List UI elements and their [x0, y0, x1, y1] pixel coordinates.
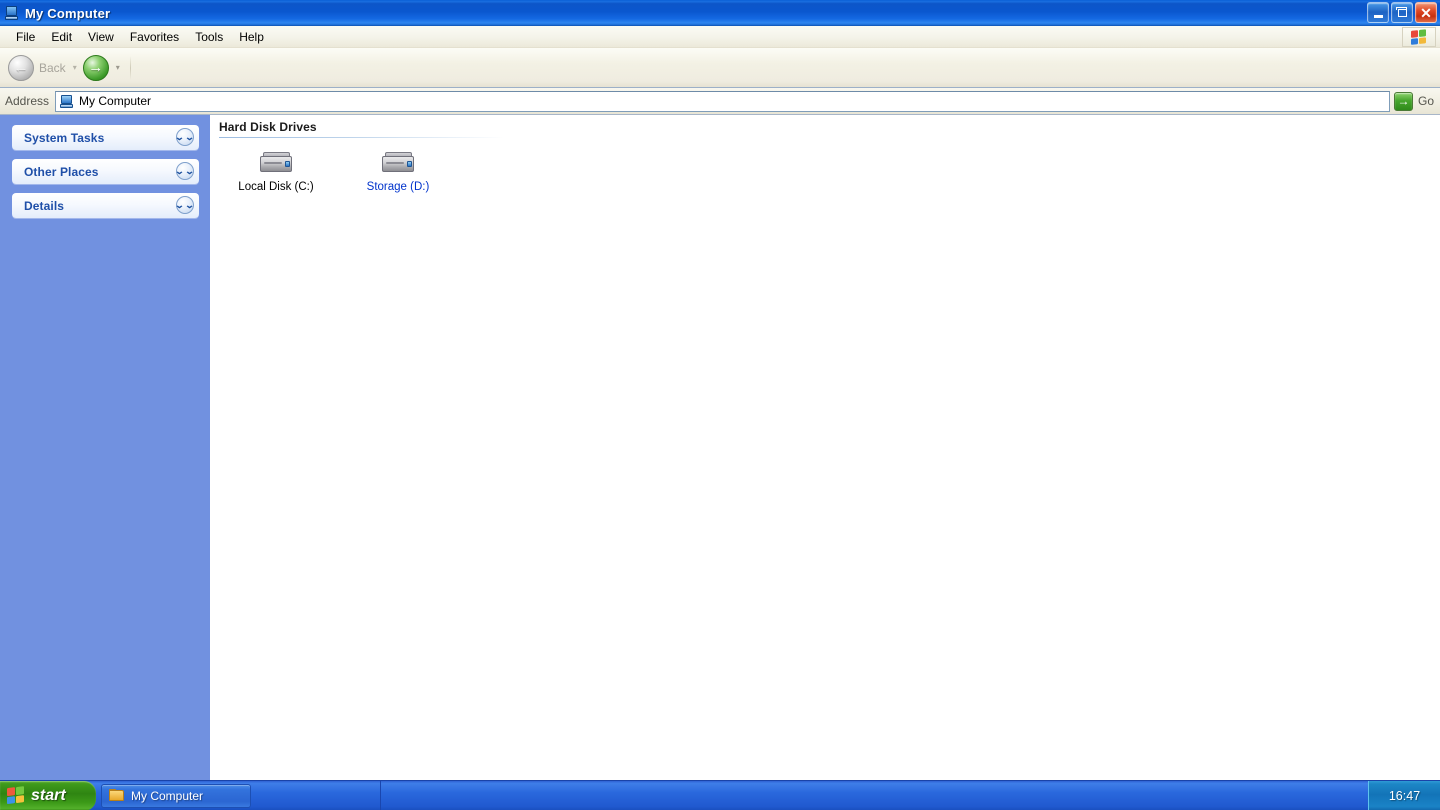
chevron-double-down-icon[interactable]: ⌄⌄: [175, 128, 195, 146]
sidebar-panel-title: Other Places: [24, 164, 99, 179]
minimize-icon: [1373, 14, 1383, 18]
task-pane-sidebar: System Tasks ⌄⌄ Other Places ⌄⌄ Details …: [0, 115, 210, 780]
desktop-root: My Computer ✕ File Edit View Favorites T…: [0, 0, 1440, 810]
clock[interactable]: 16:47: [1389, 789, 1420, 803]
sidebar-panel-title: Details: [24, 198, 65, 213]
taskbar-item-label: My Computer: [131, 788, 204, 803]
go-button[interactable]: → Go: [1392, 89, 1440, 113]
window-title: My Computer: [25, 5, 111, 21]
menu-item-favorites[interactable]: Favorites: [122, 28, 187, 46]
chevron-double-down-icon[interactable]: ⌄⌄: [175, 162, 195, 180]
forward-history-caret-icon[interactable]: ▾: [116, 63, 120, 72]
forward-arrow-icon: →: [82, 54, 109, 81]
close-button[interactable]: ✕: [1415, 2, 1437, 23]
address-label: Address: [5, 94, 50, 108]
file-list-view[interactable]: Hard Disk Drives Local Disk (C:) Storage…: [210, 115, 1440, 780]
sidebar-panel-other-places[interactable]: Other Places ⌄⌄: [12, 159, 199, 184]
taskbar-separator: [380, 781, 381, 810]
navigation-toolbar: ← Back ▾ → ▾: [0, 48, 1440, 88]
window-titlebar: My Computer ✕: [0, 0, 1440, 26]
my-computer-icon: [4, 5, 20, 21]
address-value: My Computer: [79, 94, 152, 108]
back-button-label: Back: [39, 60, 66, 75]
menu-item-view[interactable]: View: [80, 28, 122, 46]
taskbar-item-my-computer[interactable]: My Computer: [101, 783, 251, 808]
start-button[interactable]: start: [0, 780, 96, 810]
drive-label: Storage (D:): [366, 181, 430, 193]
chevron-double-down-icon[interactable]: ⌄⌄: [175, 196, 195, 214]
sidebar-panel-details[interactable]: Details ⌄⌄: [12, 193, 199, 218]
taskbar: start My Computer 16:47: [0, 780, 1440, 810]
hard-drive-icon: [259, 150, 293, 176]
address-bar: Address My Computer → Go: [0, 88, 1440, 115]
minimize-button[interactable]: [1367, 2, 1389, 23]
system-tray: 16:47: [1368, 781, 1440, 810]
group-header-hard-disk-drives: Hard Disk Drives: [219, 120, 317, 134]
drive-grid: Local Disk (C:) Storage (D:): [210, 138, 1440, 194]
close-icon: ✕: [1420, 4, 1432, 21]
toolbar-separator: [129, 55, 131, 80]
menu-item-tools[interactable]: Tools: [187, 28, 231, 46]
forward-button[interactable]: →: [82, 53, 109, 83]
hard-drive-icon: [381, 150, 415, 176]
restore-icon: [1395, 6, 1407, 17]
back-arrow-icon: ←: [8, 54, 34, 81]
my-computer-icon: [59, 94, 74, 109]
menu-bar: File Edit View Favorites Tools Help: [0, 26, 1440, 48]
sidebar-panel-title: System Tasks: [24, 130, 105, 145]
menu-item-edit[interactable]: Edit: [43, 28, 80, 46]
windows-flag-icon: [1402, 27, 1436, 47]
drive-item-storage-d[interactable]: Storage (D:): [350, 150, 446, 194]
toolbar-empty-area: [135, 53, 1440, 83]
go-button-label: Go: [1417, 94, 1434, 108]
address-input[interactable]: My Computer: [55, 90, 1390, 112]
window-controls: ✕: [1367, 2, 1437, 23]
menu-item-file[interactable]: File: [8, 28, 43, 46]
back-history-caret-icon[interactable]: ▾: [73, 63, 77, 72]
folder-icon: [109, 789, 125, 802]
start-button-label: start: [31, 786, 66, 804]
back-button[interactable]: ← Back: [8, 53, 66, 83]
windows-flag-icon: [7, 785, 26, 805]
drive-label: Local Disk (C:): [238, 181, 314, 193]
green-arrow-icon: →: [1393, 91, 1413, 111]
menu-item-help[interactable]: Help: [231, 28, 272, 46]
sidebar-panel-system-tasks[interactable]: System Tasks ⌄⌄: [12, 125, 199, 150]
maximize-restore-button[interactable]: [1391, 2, 1413, 23]
drive-item-local-disk-c[interactable]: Local Disk (C:): [228, 150, 324, 194]
